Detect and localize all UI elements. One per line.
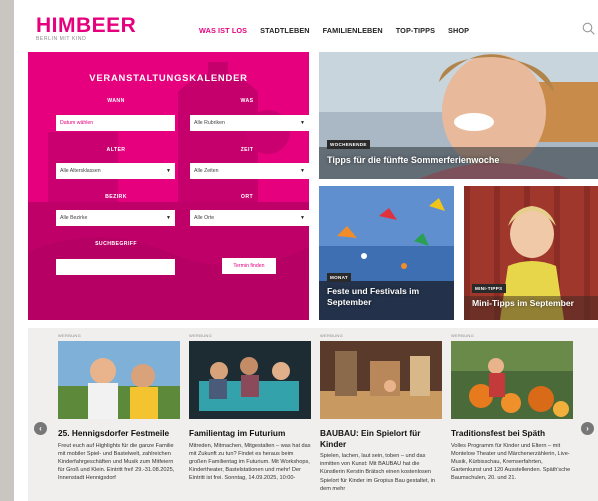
label-suchbegriff: SUCHBEGRIFF [95, 241, 137, 247]
date-picker-field[interactable]: Datum wählen [56, 115, 175, 131]
carousel-card[interactable]: WERBUNG BAUBAU: Ein Spielort für Kinder … [320, 333, 442, 493]
nav-item-shop[interactable]: SHOP [448, 26, 469, 35]
card-image [320, 341, 442, 419]
card-text: Mitreden, Mitmachen, Mitgestalten – was … [189, 442, 311, 482]
teaser-main-title: Tipps für die fünfte Sommerferienwoche [327, 155, 500, 165]
location-select-value: Alle Orte [194, 215, 215, 221]
label-zeit: ZEIT [240, 147, 254, 153]
district-select-value: Alle Bezirke [60, 215, 88, 221]
card-image [451, 341, 573, 419]
card-text: Freut euch auf Highlights für die ganze … [58, 442, 175, 482]
nav-item-was-ist-los[interactable]: WAS IST LOS [199, 26, 247, 35]
age-select-value: Alle Altersklassen [60, 168, 101, 174]
card-image [58, 341, 180, 419]
ad-label: WERBUNG [320, 333, 343, 338]
main-nav: WAS IST LOS STADTLEBEN FAMILIENLEBEN TOP… [199, 26, 482, 35]
teaser-feste[interactable]: MONAT Feste und Festivals im September [319, 186, 454, 320]
carousel-prev-button[interactable]: ‹ [34, 422, 47, 435]
district-select[interactable]: Alle Bezirke ▼ [56, 210, 175, 226]
teaser-mini-tipps-title: Mini-Tipps im September [472, 298, 575, 308]
carousel-next-button[interactable]: › [581, 422, 594, 435]
chevron-down-icon: ▼ [166, 215, 171, 221]
nav-item-familienleben[interactable]: FAMILIENLEBEN [323, 26, 383, 35]
carousel-card[interactable]: WERBUNG Familientag im Futurium Mitreden… [189, 333, 311, 483]
chevron-down-icon: ▼ [166, 168, 171, 174]
teaser-mini-tipps[interactable]: MINI-TIPPS Mini-Tipps im September [464, 186, 598, 320]
teaser-main[interactable]: WOCHENENDE Tipps für die fünfte Sommerfe… [319, 52, 598, 179]
nav-item-stadtleben[interactable]: STADTLEBEN [260, 26, 310, 35]
logo-tagline: BERLIN MIT KIND [36, 36, 87, 42]
card-text: Volles Programm für Kinder und Eltern – … [451, 442, 571, 482]
calendar-title: VERANSTALTUNGSKALENDER [89, 72, 248, 83]
teaser-main-badge: WOCHENENDE [327, 140, 370, 149]
age-select[interactable]: Alle Altersklassen ▼ [56, 163, 175, 179]
carousel-card[interactable]: WERBUNG 25. Hennigsdorfer Festmeile Freu… [58, 333, 180, 483]
label-alter: ALTER [106, 147, 126, 153]
label-bezirk: BEZIRK [105, 194, 127, 200]
carousel-card[interactable]: WERBUNG Traditionsfest bei Späth Volles … [451, 333, 573, 483]
card-text: Spielen, lachen, laut sein, toben – und … [320, 453, 436, 492]
teaser-feste-title: Feste und Festivals im September [327, 286, 420, 307]
card-title: 25. Hennigsdorfer Festmeile [58, 428, 170, 438]
label-ort: ORT [240, 194, 254, 200]
category-select-value: Alle Rubriken [194, 120, 225, 126]
label-wann: WANN [107, 98, 125, 104]
sponsored-carousel: ‹ › WERBUNG 25. Hennigsdorfer Festmeile … [28, 328, 598, 501]
search-term-input[interactable] [56, 259, 175, 275]
logo-wordmark: HIMBEER [36, 14, 137, 37]
page: HIMBEER BERLIN MIT KIND WAS IST LOS STAD… [14, 0, 598, 501]
category-select[interactable]: Alle Rubriken ▼ [190, 115, 309, 131]
logo[interactable]: HIMBEER BERLIN MIT KIND [36, 14, 137, 43]
chevron-down-icon: ▼ [300, 120, 305, 126]
nav-item-top-tipps[interactable]: TOP-TIPPS [396, 26, 435, 35]
ad-label: WERBUNG [451, 333, 474, 338]
site-header: HIMBEER BERLIN MIT KIND WAS IST LOS STAD… [14, 0, 598, 52]
card-title: Familientag im Futurium [189, 428, 286, 438]
teaser-feste-badge: MONAT [327, 273, 351, 282]
teaser-mini-tipps-badge: MINI-TIPPS [472, 284, 506, 293]
search-icon[interactable] [582, 22, 595, 35]
find-event-button[interactable]: Termin finden [222, 258, 276, 274]
card-title: BAUBAU: Ein Spielort für Kinder [320, 428, 421, 449]
label-was: WAS [240, 98, 254, 104]
ad-label: WERBUNG [58, 333, 81, 338]
time-select[interactable]: Alle Zeiten ▼ [190, 163, 309, 179]
location-select[interactable]: Alle Orte ▼ [190, 210, 309, 226]
event-calendar: VERANSTALTUNGSKALENDER WANN WAS Datum wä… [28, 52, 309, 320]
card-image [189, 341, 311, 419]
chevron-down-icon: ▼ [300, 215, 305, 221]
ad-label: WERBUNG [189, 333, 212, 338]
time-select-value: Alle Zeiten [194, 168, 219, 174]
chevron-down-icon: ▼ [300, 168, 305, 174]
card-title: Traditionsfest bei Späth [451, 428, 546, 438]
calendar-background-skyline [28, 62, 309, 320]
